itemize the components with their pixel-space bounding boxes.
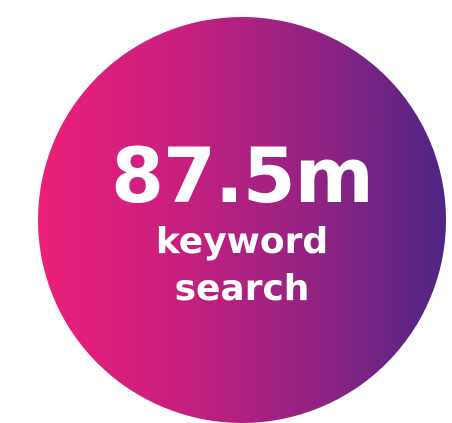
stat-graphic: 87.5m keyword search <box>0 0 452 423</box>
stat-value: 87.5m <box>111 131 374 220</box>
stat-label-line-1: keyword <box>155 221 329 262</box>
stat-label-line-2: search <box>174 268 310 309</box>
stat-circle: 87.5m keyword search <box>38 17 446 423</box>
